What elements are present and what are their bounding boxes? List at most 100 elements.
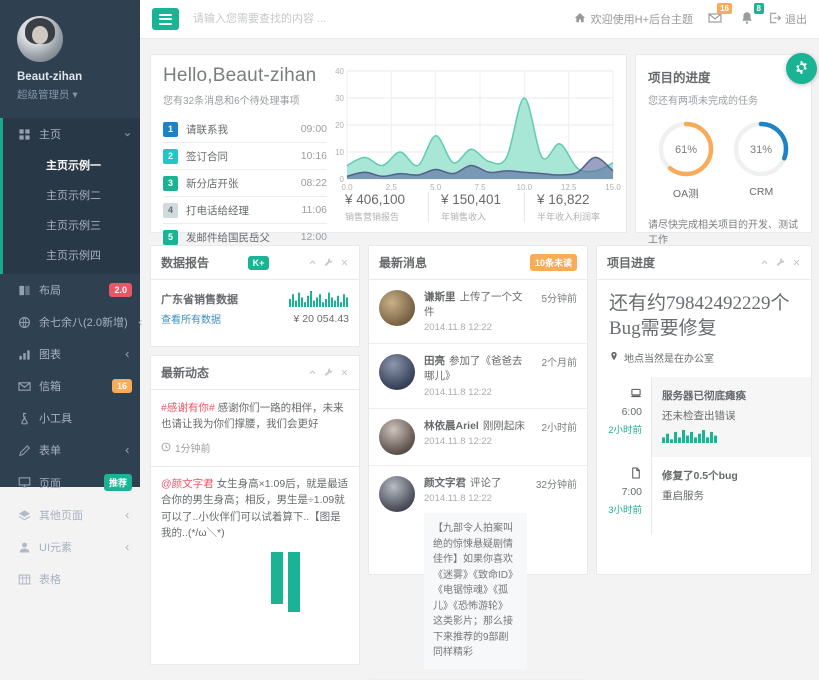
sidebar-item-layout[interactable]: 布局2.0: [0, 274, 140, 306]
wrench-icon[interactable]: [324, 368, 333, 377]
message-sender[interactable]: 田亮: [424, 355, 445, 367]
menu-toggle-button[interactable]: [152, 8, 179, 30]
svg-text:10: 10: [335, 148, 344, 157]
search-input[interactable]: [191, 12, 435, 26]
feed-post-time-text: 1分钟前: [175, 442, 211, 458]
collapse-icon[interactable]: [308, 368, 317, 377]
close-icon[interactable]: [340, 368, 349, 377]
sidebar-item-row[interactable]: 小工具: [3, 402, 140, 434]
sidebar-item-row[interactable]: 图表: [3, 338, 140, 370]
message-date: 2014.11.8 12:22: [424, 436, 532, 447]
sidebar-item-label: 其他页面: [39, 507, 83, 523]
notifications-button[interactable]: 8: [737, 11, 757, 28]
sidebar-item-other-pages[interactable]: 其他页面: [0, 499, 140, 531]
message-action: 刚刚起床: [483, 420, 525, 432]
collapse-icon[interactable]: [308, 258, 317, 267]
sidebar-item-home[interactable]: 主页主页示例一主页示例二主页示例三主页示例四: [0, 118, 140, 274]
sidebar-subitem[interactable]: 主页示例二: [3, 180, 140, 210]
feed-bar-chart: [271, 552, 349, 622]
task-row[interactable]: 3新分店开张08:22: [163, 170, 327, 197]
sidebar-item-row[interactable]: 布局2.0: [3, 274, 140, 306]
sidebar-item-widgets[interactable]: 小工具: [0, 402, 140, 434]
view-all-data-link[interactable]: 查看所有数据: [161, 311, 221, 326]
caret-down-icon: ▾: [72, 89, 77, 101]
mail-button[interactable]: 16: [705, 11, 725, 28]
sidebar-item-row[interactable]: UI元素: [3, 531, 140, 563]
svg-text:2.5: 2.5: [386, 183, 398, 192]
timeline-desc: 重启服务: [662, 488, 801, 503]
sidebar-item-mailbox[interactable]: 信箱16: [0, 370, 140, 402]
columns-icon: [18, 284, 31, 297]
gauges: 61%OA测31%CRM: [648, 120, 799, 201]
timeline-meta: 6:002小时前: [597, 377, 651, 457]
chevron-left-icon: [123, 511, 132, 520]
sidebar-item-row[interactable]: 页面推荐: [3, 466, 140, 499]
edit-icon: [18, 444, 31, 457]
message-line: 谦斯里上传了一个文件: [424, 290, 532, 319]
wrench-icon[interactable]: [776, 258, 785, 267]
message-list-item[interactable]: 颜文字君评论了2014.11.8 12:22【九部令人拍案叫绝的惊悚悬疑剧情佳作…: [369, 466, 587, 680]
feed-post: @颜文字君 女生身高×1.09后，就是最适合你的男生身高；相反，男生是÷1.09…: [161, 476, 349, 541]
sidebar-item-row[interactable]: 其他页面: [3, 499, 140, 531]
message-ago: 2个月前: [541, 354, 577, 397]
sidebar-item-tables[interactable]: 表格: [0, 563, 140, 595]
collapse-icon[interactable]: [760, 258, 769, 267]
overview-panel: Hello,Beaut-zihan 您有32条消息和6个待处理事项 1请联系我0…: [150, 54, 627, 233]
task-label: 请联系我: [186, 122, 228, 137]
top-header: 欢迎使用H+后台主题 16 8 退出: [140, 0, 819, 39]
timeline-ago: 3小时前: [597, 502, 642, 516]
message-list-item[interactable]: 田亮参加了《爸爸去哪儿》2014.11.8 12:222个月前: [369, 344, 587, 408]
feed-post-tag[interactable]: @颜文字君: [161, 478, 214, 490]
message-list-item[interactable]: 谦斯里上传了一个文件2014.11.8 12:225分钟前: [369, 280, 587, 344]
message-sender[interactable]: 林依晨Ariel: [424, 420, 479, 432]
message-list: 谦斯里上传了一个文件2014.11.8 12:225分钟前田亮参加了《爸爸去哪儿…: [369, 280, 587, 680]
sidebar-item-forms[interactable]: 表单: [0, 434, 140, 466]
globe-icon: [18, 316, 31, 329]
logout-button[interactable]: 退出: [769, 11, 807, 27]
message-list-item[interactable]: 林依晨Ariel刚刚起床2014.11.8 12:222小时前: [369, 409, 587, 466]
message-line: 田亮参加了《爸爸去哪儿》: [424, 354, 532, 383]
stat-value: ¥ 406,100: [345, 192, 428, 207]
sidebar-item-ui-elements[interactable]: UI元素: [0, 531, 140, 563]
sidebar-subitem[interactable]: 主页示例一: [3, 150, 140, 180]
timeline-entry: 7:003小时前修复了0.5个bug重启服务: [597, 457, 811, 535]
feed-post-tag[interactable]: #感谢有你#: [161, 402, 215, 414]
task-row[interactable]: 2签订合同10:16: [163, 143, 327, 170]
sidebar-item-label: 表单: [39, 442, 61, 458]
close-icon[interactable]: [792, 258, 801, 267]
theme-settings-button[interactable]: [786, 53, 817, 84]
sidebar-subitem[interactable]: 主页示例四: [3, 240, 140, 270]
avatar[interactable]: [17, 16, 63, 62]
sidebar-badge: 推荐: [104, 474, 132, 491]
profile-role-dropdown[interactable]: 超级管理员 ▾: [17, 87, 140, 102]
timeline-meta: 7:003小时前: [597, 457, 651, 535]
close-icon[interactable]: [340, 258, 349, 267]
sidebar-item-row[interactable]: 余七余八(2.0新增): [3, 306, 140, 338]
sidebar-subitem[interactable]: 主页示例三: [3, 210, 140, 240]
timeline-ago: 2小时前: [597, 422, 642, 436]
message-line: 林依晨Ariel 刚刚起床: [424, 419, 532, 434]
sidebar-submenu: 主页示例一主页示例二主页示例三主页示例四: [3, 150, 140, 274]
sidebar-item-row[interactable]: 表格: [3, 563, 140, 595]
sidebar-item-charts[interactable]: 图表: [0, 338, 140, 370]
sidebar-item-pages[interactable]: 页面推荐: [0, 466, 140, 499]
sidebar-item-row[interactable]: 主页: [3, 118, 140, 150]
sidebar-item-row[interactable]: 信箱16: [3, 370, 140, 402]
message-line: 颜文字君评论了: [424, 476, 527, 491]
task-label: 签订合同: [186, 149, 228, 164]
sidebar-item-row[interactable]: 表单: [3, 434, 140, 466]
message-sender[interactable]: 谦斯里: [424, 291, 456, 303]
task-time: 10:16: [301, 150, 327, 162]
greeting-block: Hello,Beaut-zihan 您有32条消息和6个待处理事项 1请联系我0…: [163, 65, 327, 250]
message-date: 2014.11.8 12:22: [424, 322, 532, 333]
task-row[interactable]: 4打电话给经理11:06: [163, 197, 327, 224]
wrench-icon[interactable]: [324, 258, 333, 267]
sidebar-item-misc-new[interactable]: 余七余八(2.0新增): [0, 306, 140, 338]
logout-label: 退出: [785, 11, 807, 27]
report-sparkline: [289, 291, 349, 310]
profile-role: 超级管理员: [17, 89, 70, 101]
svg-text:7.5: 7.5: [474, 183, 486, 192]
feed-post-time: 1分钟前: [161, 442, 349, 458]
svg-text:12.5: 12.5: [561, 183, 577, 192]
task-row[interactable]: 1请联系我09:00: [163, 116, 327, 143]
